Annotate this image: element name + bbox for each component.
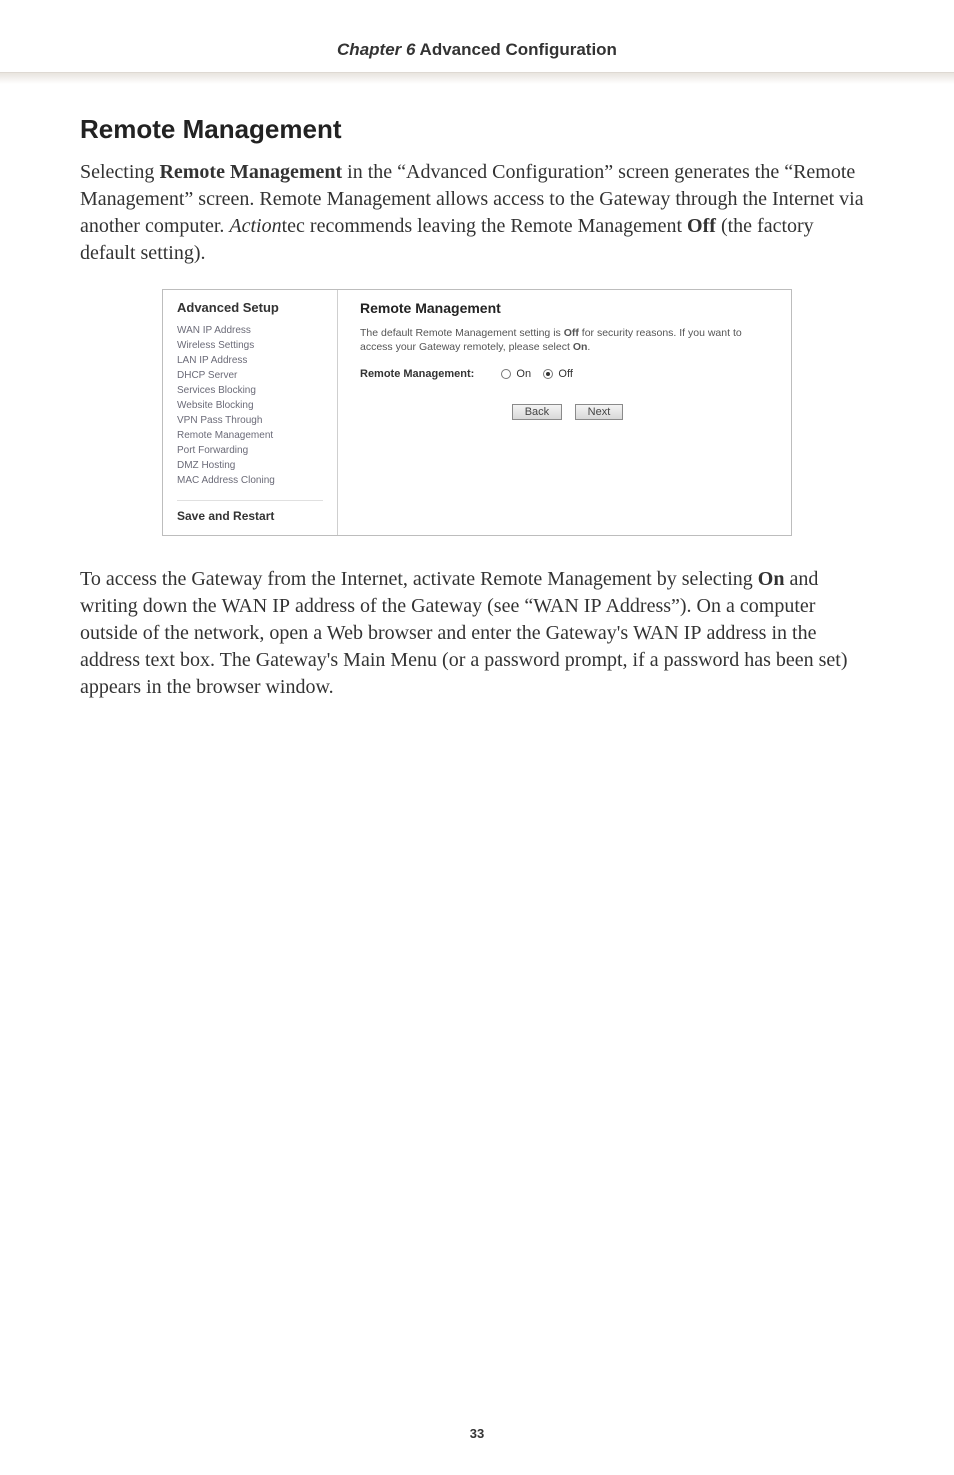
header-shadow: [0, 74, 954, 84]
p2-sc1: WAN IP: [222, 595, 290, 617]
save-and-restart-link[interactable]: Save and Restart: [177, 500, 323, 523]
chapter-title: Advanced Configuration: [415, 40, 617, 59]
nav-lan-ip[interactable]: LAN IP Address: [177, 355, 323, 366]
screenshot-main-title: Remote Management: [360, 300, 775, 316]
nav-mac-clone[interactable]: MAC Address Cloning: [177, 475, 323, 486]
next-button[interactable]: Next: [575, 404, 624, 420]
p2-t1: To access the Gateway from the Internet,…: [80, 568, 758, 590]
nav-port-fwd[interactable]: Port Forwarding: [177, 445, 323, 456]
radio-on[interactable]: [501, 369, 511, 379]
page-header: Chapter 6 Advanced Configuration: [0, 0, 954, 72]
sidebar-title: Advanced Setup: [177, 300, 323, 315]
section-title: Remote Management: [80, 114, 874, 145]
paragraph-1: Selecting Remote Management in the “Adva…: [80, 159, 874, 267]
page-number: 33: [0, 1426, 954, 1441]
content-area: Remote Management Selecting Remote Manag…: [0, 84, 954, 701]
desc-b2: On: [573, 341, 588, 353]
radio-on-label: On: [516, 368, 531, 380]
p2-b1: On: [758, 568, 785, 590]
desc-b1: Off: [564, 327, 579, 339]
p2-sc2: WAN IP: [533, 595, 601, 617]
nav-remote-mgmt[interactable]: Remote Management: [177, 430, 323, 441]
desc-p1: The default Remote Management setting is: [360, 327, 564, 339]
field-label: Remote Management:: [360, 368, 474, 380]
nav-dhcp[interactable]: DHCP Server: [177, 370, 323, 381]
remote-management-field: Remote Management: On Off: [360, 368, 775, 380]
back-button[interactable]: Back: [512, 404, 562, 420]
button-row: Back Next: [360, 402, 775, 420]
paragraph-2: To access the Gateway from the Internet,…: [80, 566, 874, 701]
nav-wan-ip[interactable]: WAN IP Address: [177, 325, 323, 336]
p2-t3: address of the Gateway (see “: [290, 595, 533, 617]
sidebar-nav: WAN IP Address Wireless Settings LAN IP …: [177, 325, 323, 486]
chapter-label: Chapter 6: [337, 40, 415, 59]
nav-website-blocking[interactable]: Website Blocking: [177, 400, 323, 411]
nav-vpn-pass[interactable]: VPN Pass Through: [177, 415, 323, 426]
radio-off-label: Off: [558, 368, 572, 380]
p1-t1: Selecting: [80, 161, 159, 183]
nav-wireless[interactable]: Wireless Settings: [177, 340, 323, 351]
screenshot-description: The default Remote Management setting is…: [360, 326, 775, 354]
embedded-screenshot: Advanced Setup WAN IP Address Wireless S…: [162, 289, 792, 536]
radio-off[interactable]: [543, 369, 553, 379]
desc-p3: .: [587, 341, 590, 353]
screenshot-sidebar: Advanced Setup WAN IP Address Wireless S…: [163, 290, 338, 535]
nav-services-blocking[interactable]: Services Blocking: [177, 385, 323, 396]
screenshot-main: Remote Management The default Remote Man…: [338, 290, 791, 535]
p1-b1: Remote Management: [159, 161, 342, 183]
p1-t3: tec recommends leaving the Remote Manage…: [282, 215, 687, 237]
p2-sc3: WAN IP: [633, 622, 701, 644]
p1-i1: Action: [229, 215, 281, 237]
nav-dmz[interactable]: DMZ Hosting: [177, 460, 323, 471]
p1-b2: Off: [687, 215, 716, 237]
